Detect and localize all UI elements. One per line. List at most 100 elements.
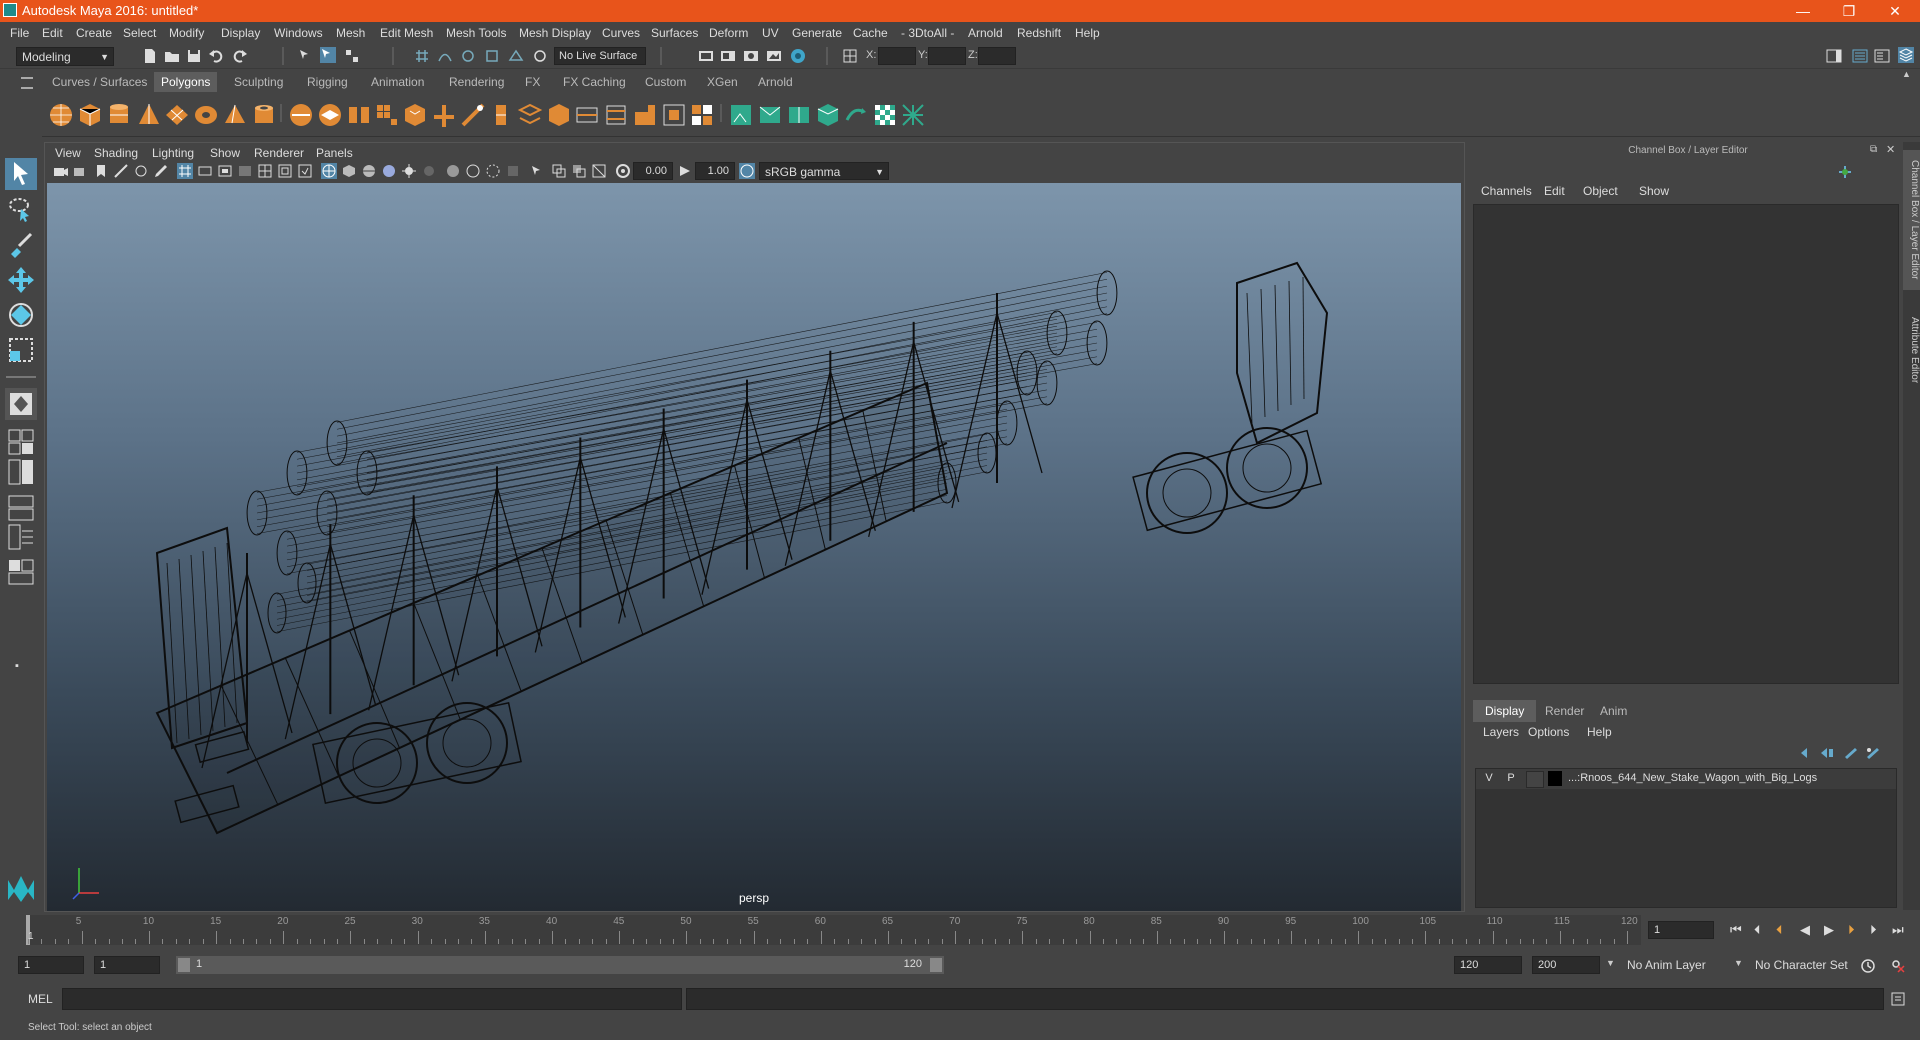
menu-3dtoall[interactable]: - 3DtoAll - <box>901 26 954 40</box>
new-empty-layer-icon[interactable] <box>1843 746 1859 760</box>
multi-cut-icon[interactable] <box>517 102 543 128</box>
sidebar-toggle-icon[interactable] <box>1826 48 1842 64</box>
single-perspective-layout-icon[interactable] <box>5 388 37 420</box>
resolution-gate-icon[interactable] <box>217 163 233 179</box>
2d-pan-zoom-icon[interactable] <box>133 163 149 179</box>
viewport-canvas[interactable]: persp <box>47 183 1461 911</box>
use-all-lights-icon[interactable] <box>401 163 417 179</box>
depth-of-field-icon[interactable] <box>505 163 521 179</box>
viewport-menu-panels[interactable]: Panels <box>316 146 353 160</box>
tab-sculpting[interactable]: Sculpting <box>227 72 290 92</box>
cut-uv-icon[interactable] <box>786 102 812 128</box>
chevron-down-icon[interactable]: ▼ <box>1734 958 1743 968</box>
snap-point-icon[interactable] <box>460 48 476 64</box>
render-settings-icon[interactable] <box>743 48 759 64</box>
tab-polygons[interactable]: Polygons <box>154 72 218 92</box>
safe-title-icon[interactable] <box>297 163 313 179</box>
gamma-icon[interactable] <box>677 163 693 179</box>
lasso-tool-icon[interactable] <box>5 193 37 225</box>
restore-button[interactable]: ❐ <box>1826 0 1872 22</box>
menu-mesh-tools[interactable]: Mesh Tools <box>446 26 506 40</box>
offset-edge-loop-icon[interactable] <box>603 102 629 128</box>
append-icon[interactable] <box>488 102 514 128</box>
shelf-scroll-up-icon[interactable]: ▲ <box>1902 69 1911 79</box>
undo-icon[interactable] <box>208 48 224 64</box>
smooth-icon[interactable] <box>346 102 372 128</box>
tab-curves-surfaces[interactable]: Curves / Surfaces <box>45 72 154 92</box>
channel-box-menu-channels[interactable]: Channels <box>1481 184 1532 198</box>
insert-edge-loop-icon[interactable] <box>574 102 600 128</box>
unfold-uv-icon[interactable] <box>757 102 783 128</box>
step-forward-key-icon[interactable]: ⏵ <box>1870 922 1877 938</box>
render-current-frame-icon[interactable] <box>698 48 714 64</box>
menu-edit[interactable]: Edit <box>42 26 63 40</box>
x-field[interactable] <box>878 47 916 65</box>
menu-windows[interactable]: Windows <box>274 26 323 40</box>
menu-create[interactable]: Create <box>76 26 112 40</box>
tab-animation[interactable]: Animation <box>364 72 431 92</box>
poly-pipe-icon[interactable] <box>251 102 277 128</box>
uv-editor-icon[interactable] <box>661 102 687 128</box>
open-scene-icon[interactable] <box>164 48 180 64</box>
chevron-down-icon[interactable]: ▼ <box>1606 958 1615 968</box>
toolbox-more-icon[interactable]: ▪ <box>15 660 27 672</box>
tool-settings-toggle-icon[interactable] <box>1874 48 1890 64</box>
persp-graph-layout-icon[interactable] <box>5 521 37 553</box>
paint-select-tool-icon[interactable] <box>5 228 37 260</box>
shelf-menu-icon[interactable] <box>21 77 33 89</box>
tab-rendering[interactable]: Rendering <box>442 72 511 92</box>
select-by-object-icon[interactable] <box>320 47 336 63</box>
tab-fx-caching[interactable]: FX Caching <box>556 72 633 92</box>
grid-toggle-icon[interactable] <box>177 163 193 179</box>
channel-box-menu-edit[interactable]: Edit <box>1544 184 1565 198</box>
hypershade-layout-icon[interactable] <box>5 556 37 588</box>
playback-end-field[interactable]: 120 <box>1454 956 1522 974</box>
tab-channel-box-layer-editor[interactable]: Channel Box / Layer Editor <box>1903 150 1920 290</box>
quad-draw-icon[interactable] <box>632 102 658 128</box>
step-back-frame-icon[interactable]: ⏴ <box>1776 922 1783 938</box>
xray-icon[interactable] <box>551 163 567 179</box>
close-button[interactable]: ✕ <box>1872 0 1918 22</box>
textured-icon[interactable] <box>381 163 397 179</box>
menu-edit-mesh[interactable]: Edit Mesh <box>380 26 433 40</box>
step-back-key-icon[interactable]: ⏴ <box>1754 922 1761 938</box>
poly-cube-icon[interactable] <box>77 102 103 128</box>
character-set-dropdown[interactable]: No Character Set <box>1750 956 1876 975</box>
attribute-editor-toggle-icon[interactable] <box>1852 48 1868 64</box>
mel-label[interactable]: MEL <box>28 992 53 1006</box>
checker-map-icon[interactable] <box>872 102 898 128</box>
hypershade-icon[interactable] <box>766 48 782 64</box>
make-live-icon[interactable] <box>508 48 524 64</box>
layer-type-toggle[interactable] <box>1526 771 1544 788</box>
playback-start-field[interactable]: 1 <box>94 956 160 974</box>
bridge-icon[interactable] <box>460 102 486 128</box>
redo-icon[interactable] <box>232 48 248 64</box>
menu-modify[interactable]: Modify <box>169 26 204 40</box>
y-field[interactable] <box>928 47 966 65</box>
menu-redshift[interactable]: Redshift <box>1017 26 1061 40</box>
range-start-handle[interactable] <box>178 958 190 972</box>
go-to-start-icon[interactable]: ⏮ <box>1730 922 1742 938</box>
save-scene-icon[interactable] <box>186 48 202 64</box>
layer-name[interactable]: ...:Rnoos_644_New_Stake_Wagon_with_Big_L… <box>1568 771 1817 786</box>
tab-render-layers[interactable]: Render <box>1533 700 1596 722</box>
safe-action-icon[interactable] <box>277 163 293 179</box>
new-scene-icon[interactable] <box>142 48 158 64</box>
bookmark-icon[interactable] <box>93 163 109 179</box>
time-slider-track[interactable]: 1 5 10 15 20 25 30 35 40 45 50 55 60 65 70 75 80 85 90 95 1… <box>26 915 1641 945</box>
play-forwards-icon[interactable]: ▶ <box>1824 922 1834 938</box>
float-panel-icon[interactable]: ⧉ <box>1870 144 1877 155</box>
range-bar[interactable]: 1 120 <box>176 956 944 974</box>
mode-dropdown[interactable]: Modeling ▼ <box>16 47 114 66</box>
menu-uv[interactable]: UV <box>762 26 779 40</box>
colorspace-dropdown[interactable]: sRGB gamma ▼ <box>759 162 889 180</box>
layer-visibility-toggle[interactable]: V <box>1482 771 1496 786</box>
xray-joints-icon[interactable] <box>571 163 587 179</box>
snap-grid-icon[interactable] <box>414 48 430 64</box>
step-forward-frame-icon[interactable]: ⏵ <box>1848 922 1855 938</box>
menu-curves[interactable]: Curves <box>602 26 640 40</box>
layer-menu-layers[interactable]: Layers <box>1483 725 1519 739</box>
sew-uv-icon[interactable] <box>815 102 841 128</box>
tab-rigging[interactable]: Rigging <box>300 72 355 92</box>
z-field[interactable] <box>978 47 1016 65</box>
